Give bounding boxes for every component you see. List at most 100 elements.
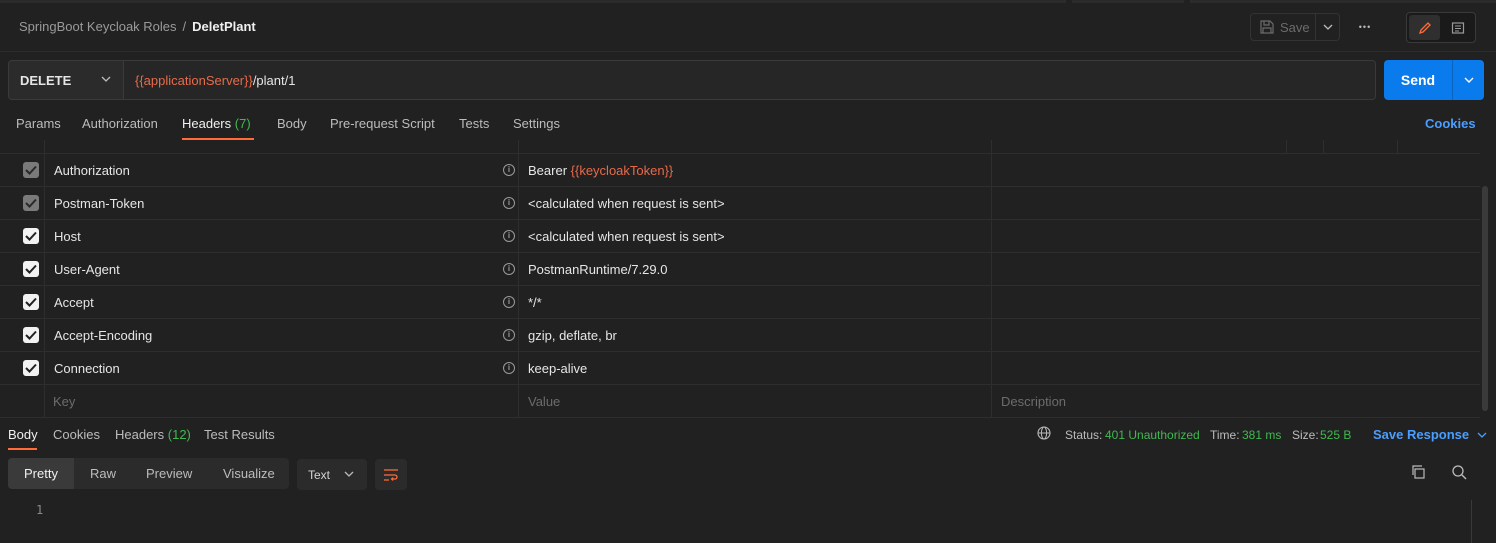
check-icon (25, 198, 37, 208)
tab-headers-count: (7) (234, 116, 251, 131)
info-icon[interactable]: i (503, 329, 515, 341)
check-icon (25, 363, 37, 373)
check-icon (25, 264, 37, 274)
header-value[interactable]: */* (528, 295, 542, 310)
header-key[interactable]: Accept (54, 295, 94, 310)
response-tab-cookies[interactable]: Cookies (53, 427, 100, 442)
format-pretty[interactable]: Pretty (8, 458, 74, 489)
row-checkbox[interactable] (23, 360, 39, 376)
send-divider (1452, 60, 1453, 100)
url-input[interactable]: {{applicationServer}}/plant/1 (124, 60, 1376, 100)
send-options-button[interactable] (1453, 60, 1484, 100)
more-icon: ••• (1358, 22, 1372, 32)
send-button[interactable]: Send (1384, 60, 1452, 100)
header-value[interactable]: Bearer {{keycloakToken}} (528, 163, 673, 178)
globe-icon[interactable] (1037, 426, 1051, 440)
header-key[interactable]: Connection (54, 361, 120, 376)
breadcrumb-collection[interactable]: SpringBoot Keycloak Roles (19, 19, 177, 34)
save-button[interactable]: Save (1250, 13, 1316, 41)
header-key[interactable]: User-Agent (54, 262, 120, 277)
status-label: Status: (1065, 428, 1103, 442)
info-icon[interactable]: i (503, 230, 515, 242)
tab-body[interactable]: Body (277, 116, 307, 131)
row-checkbox[interactable] (23, 327, 39, 343)
wrap-lines-button[interactable] (375, 459, 407, 490)
method-value: DELETE (20, 72, 72, 88)
response-tab-headers[interactable]: Headers (12) (115, 427, 191, 442)
header-value[interactable]: PostmanRuntime/7.29.0 (528, 262, 667, 277)
info-icon[interactable]: i (503, 296, 515, 308)
row-checkbox[interactable] (23, 162, 39, 178)
response-tab-body[interactable]: Body (8, 427, 38, 442)
column-divider (518, 140, 519, 418)
format-preview[interactable]: Preview (146, 466, 192, 481)
check-icon (25, 231, 37, 241)
response-scrollbar[interactable] (1471, 500, 1472, 543)
header-key[interactable]: Authorization (54, 163, 130, 178)
tab-tests[interactable]: Tests (459, 116, 489, 131)
search-icon[interactable] (1451, 464, 1467, 480)
row-checkbox[interactable] (23, 294, 39, 310)
response-tab-test-results[interactable]: Test Results (204, 427, 275, 442)
save-response-button[interactable]: Save Response (1373, 427, 1487, 442)
more-options-button[interactable]: ••• (1352, 13, 1378, 41)
cookies-link[interactable]: Cookies (1425, 116, 1476, 131)
table-row: Postman-Token i <calculated when request… (0, 187, 1480, 220)
header-value[interactable]: <calculated when request is sent> (528, 229, 725, 244)
value-prefix: Bearer (528, 163, 571, 178)
check-icon (25, 165, 37, 175)
info-icon[interactable]: i (503, 164, 515, 176)
response-type-select[interactable]: Text (297, 459, 367, 490)
url-path: /plant/1 (252, 72, 296, 88)
chevron-down-icon (1477, 432, 1487, 438)
documentation-mode-button[interactable] (1442, 15, 1473, 40)
save-options-button[interactable] (1316, 13, 1340, 41)
status-value[interactable]: 401 Unauthorized (1105, 428, 1200, 442)
table-row: Accept-Encoding i gzip, deflate, br (0, 319, 1480, 352)
check-icon (25, 330, 37, 340)
row-checkbox[interactable] (23, 195, 39, 211)
format-visualize[interactable]: Visualize (223, 466, 275, 481)
header-value[interactable]: <calculated when request is sent> (528, 196, 725, 211)
description-input[interactable]: Description (1001, 394, 1066, 409)
size-value[interactable]: 525 B (1320, 428, 1351, 442)
scrollbar-thumb[interactable] (1482, 186, 1488, 411)
format-raw[interactable]: Raw (90, 466, 116, 481)
breadcrumb-request[interactable]: DeletPlant (192, 19, 256, 34)
tab-settings[interactable]: Settings (513, 116, 560, 131)
table-row: Host i <calculated when request is sent> (0, 220, 1480, 253)
size-label: Size: (1292, 428, 1319, 442)
breadcrumb: SpringBoot Keycloak Roles / DeletPlant (19, 19, 256, 34)
tab-pre-request-script[interactable]: Pre-request Script (330, 116, 435, 131)
breadcrumb-separator: / (182, 19, 187, 34)
header-value[interactable]: gzip, deflate, br (528, 328, 617, 343)
header-value[interactable]: keep-alive (528, 361, 587, 376)
tab-headers[interactable]: Headers (7) (182, 116, 251, 131)
info-icon[interactable]: i (503, 362, 515, 374)
chevron-down-icon (1464, 77, 1473, 83)
info-icon[interactable]: i (503, 263, 515, 275)
save-icon (1260, 20, 1274, 34)
time-value[interactable]: 381 ms (1242, 428, 1281, 442)
header-key[interactable]: Accept-Encoding (54, 328, 152, 343)
row-checkbox[interactable] (23, 261, 39, 277)
wrap-icon (384, 468, 398, 481)
tab-params[interactable]: Params (16, 116, 61, 131)
new-header-row: Key Value Description (0, 385, 1480, 418)
info-icon[interactable]: i (503, 197, 515, 209)
url-variable: {{applicationServer}} (135, 72, 253, 88)
column-divider (1286, 140, 1287, 154)
value-input[interactable]: Value (528, 394, 560, 409)
chevron-down-icon (344, 471, 354, 477)
header-key[interactable]: Postman-Token (54, 196, 144, 211)
column-divider (1397, 140, 1398, 154)
edit-mode-button[interactable] (1409, 15, 1440, 40)
row-checkbox[interactable] (23, 228, 39, 244)
copy-icon[interactable] (1410, 464, 1426, 480)
key-input[interactable]: Key (53, 394, 75, 409)
method-select[interactable]: DELETE (8, 60, 124, 100)
response-tab-headers-count: (12) (167, 427, 191, 442)
tab-authorization[interactable]: Authorization (82, 116, 158, 131)
line-number: 1 (36, 503, 44, 517)
header-key[interactable]: Host (54, 229, 81, 244)
